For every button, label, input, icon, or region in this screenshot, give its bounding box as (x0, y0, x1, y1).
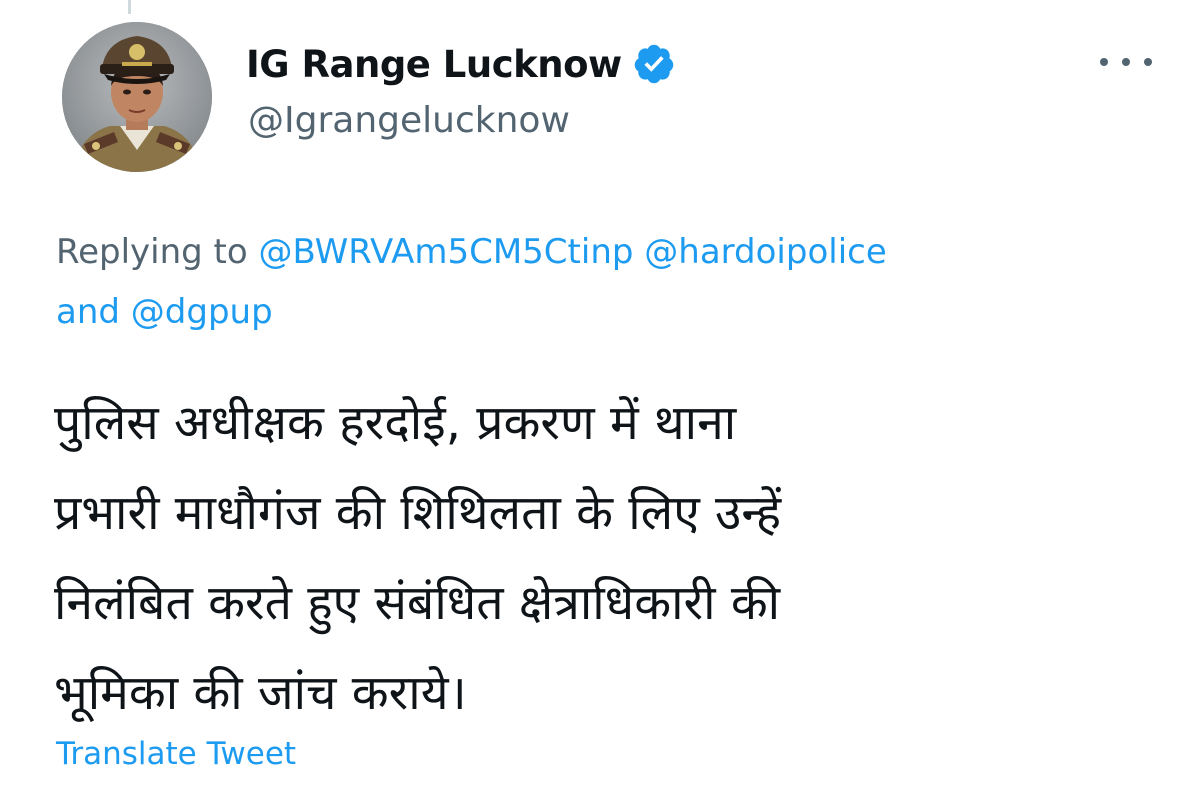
more-options-button[interactable] (1096, 44, 1156, 80)
translate-tweet-link[interactable]: Translate Tweet (56, 736, 296, 772)
author-display-name[interactable]: IG Range Lucknow (246, 43, 622, 86)
tweet-text-line: प्रभारी माधौगंज की शिथिलता के लिए उन्हें (54, 485, 782, 541)
replying-to-label: Replying to (56, 232, 248, 272)
tweet-card: IG Range Lucknow @Igrangelucknow Replyin… (0, 0, 1200, 810)
author-name-row: IG Range Lucknow (246, 38, 676, 90)
mention-link[interactable]: @BWRVAm5CM5Ctinp (259, 232, 634, 272)
thread-connector-line (128, 0, 131, 14)
more-options-icon (1100, 58, 1108, 66)
mention-link[interactable]: @dgpup (131, 292, 273, 332)
more-options-icon (1122, 58, 1130, 66)
tweet-text: पुलिस अधीक्षक हरदोई, प्रकरण में थाना प्र… (54, 378, 1164, 738)
verified-badge-icon (634, 44, 673, 84)
mention-link[interactable]: @hardoipolice (644, 232, 886, 272)
tweet-text-line: पुलिस अधीक्षक हरदोई, प्रकरण में थाना (54, 395, 737, 451)
avatar[interactable] (62, 22, 212, 172)
profile-photo (62, 22, 212, 172)
tweet-text-line: भूमिका की जांच कराये। (54, 665, 467, 721)
author-handle[interactable]: @Igrangelucknow (248, 100, 570, 141)
more-options-icon (1144, 58, 1152, 66)
tweet-text-line: निलंबित करते हुए संबंधित क्षेत्राधिकारी … (54, 575, 781, 631)
mention-conjunction: and (56, 292, 120, 332)
replying-to-line: Replying to @BWRVAm5CM5Ctinp @hardoipoli… (56, 222, 1156, 342)
